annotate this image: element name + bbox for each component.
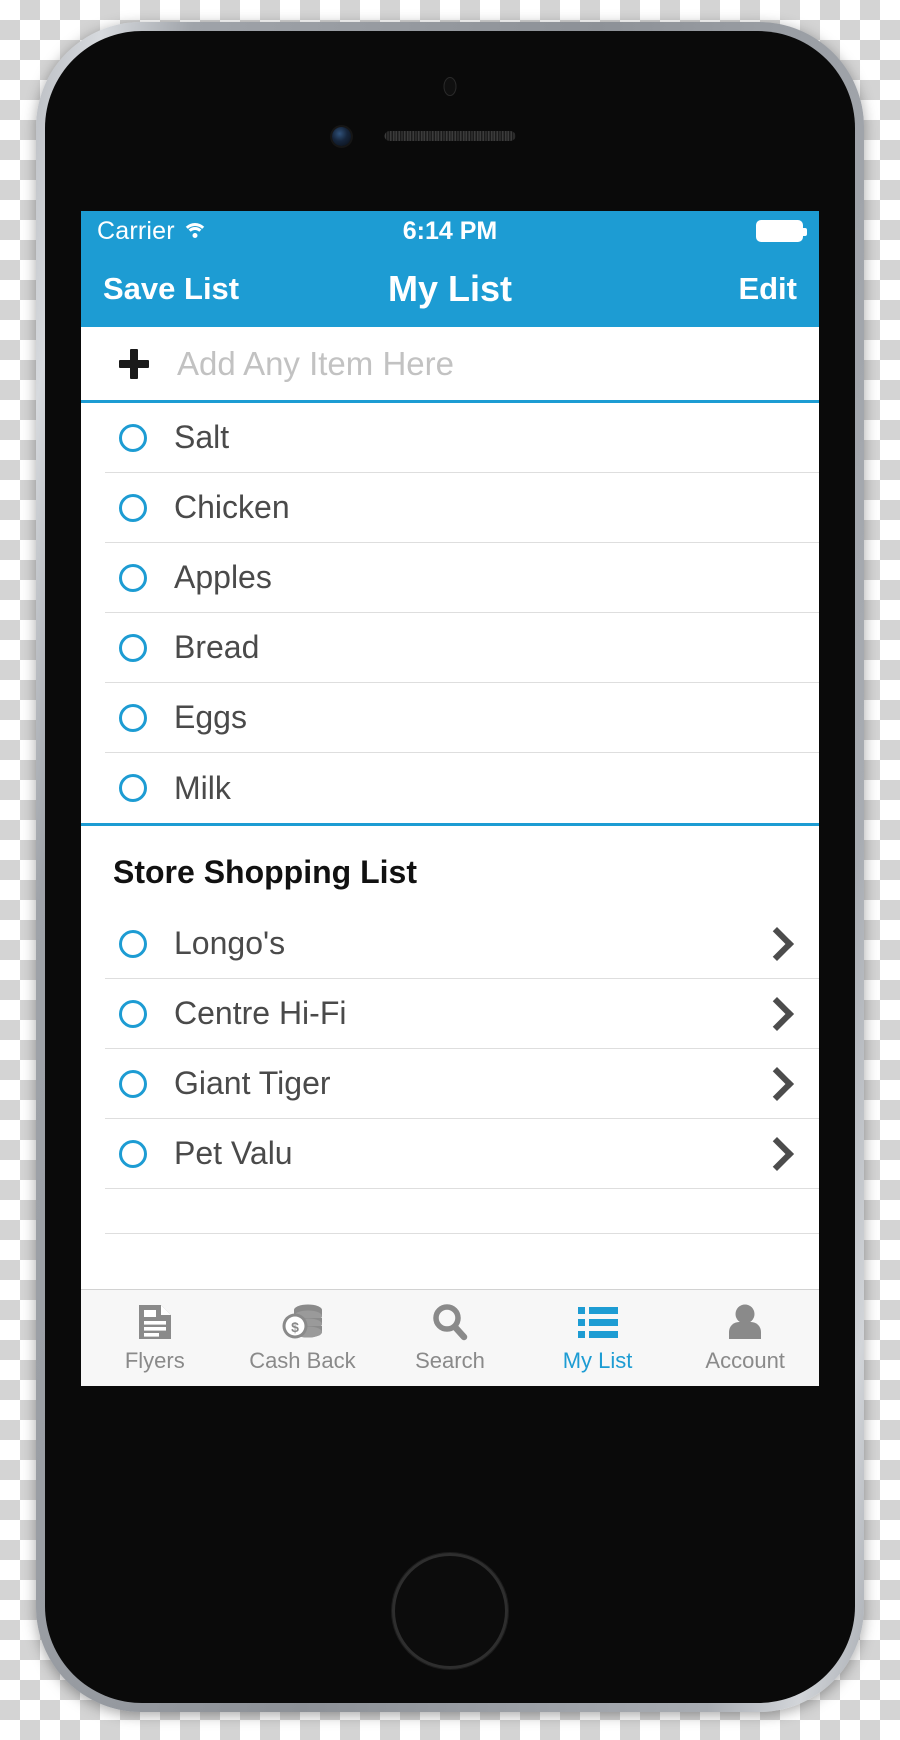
list-item[interactable]: Bread xyxy=(105,613,819,683)
phone-device-frame: Carrier 6:14 PM Save List My List Edit S… xyxy=(36,22,864,1712)
person-icon xyxy=(726,1302,764,1342)
wifi-icon xyxy=(181,222,208,241)
status-bar-right xyxy=(756,220,807,242)
page-title: My List xyxy=(387,268,513,309)
list-item-label: Milk xyxy=(174,769,231,806)
battery-icon xyxy=(756,220,807,242)
tab-label: Flyers xyxy=(124,1348,185,1373)
list-item[interactable]: Salt xyxy=(105,403,819,473)
chevron-right-icon[interactable] xyxy=(760,996,794,1031)
status-bar-left: Carrier xyxy=(97,216,208,246)
tab-label: My List xyxy=(562,1348,633,1373)
list-item[interactable]: Eggs xyxy=(105,683,819,753)
status-bar: Carrier 6:14 PM xyxy=(81,211,819,251)
store-shopping-list: Longo's Centre Hi-Fi Giant Tiger Pet Val… xyxy=(81,909,819,1234)
list-icon xyxy=(577,1302,618,1342)
store-section-title: Store Shopping List xyxy=(113,854,417,890)
checkbox-circle-icon[interactable] xyxy=(119,423,147,452)
list-item[interactable]: Chicken xyxy=(105,473,819,543)
svg-text:$: $ xyxy=(291,1319,299,1335)
add-item-input[interactable] xyxy=(175,343,795,384)
store-row[interactable]: Longo's xyxy=(105,909,819,979)
list-item-label: Salt xyxy=(174,419,230,455)
store-row-label: Giant Tiger xyxy=(174,1065,331,1101)
checkbox-circle-icon[interactable] xyxy=(119,703,147,732)
front-camera-icon xyxy=(332,127,351,146)
edit-button[interactable]: Edit xyxy=(738,271,797,307)
status-bar-clock: 6:14 PM xyxy=(402,216,498,245)
plus-icon[interactable] xyxy=(119,348,149,379)
checkbox-circle-icon[interactable] xyxy=(119,1069,147,1098)
tab-bar: Flyers $ Cash Back Search My List Accoun… xyxy=(81,1289,819,1386)
checkbox-circle-icon[interactable] xyxy=(119,929,147,958)
checkbox-circle-icon[interactable] xyxy=(119,563,147,592)
earpiece-speaker-icon xyxy=(384,131,516,141)
tab-account[interactable]: Account xyxy=(671,1290,819,1386)
checkbox-circle-icon[interactable] xyxy=(119,999,147,1028)
tab-label: Cash Back xyxy=(249,1348,356,1373)
list-item-label: Chicken xyxy=(174,489,290,525)
coins-icon: $ xyxy=(280,1302,324,1342)
chevron-right-icon[interactable] xyxy=(760,1066,794,1101)
tab-cash-back[interactable]: $ Cash Back xyxy=(229,1290,377,1386)
tab-search[interactable]: Search xyxy=(376,1290,524,1386)
store-row[interactable]: Giant Tiger xyxy=(105,1049,819,1119)
store-row-label: Centre Hi-Fi xyxy=(174,995,347,1031)
proximity-sensor-icon xyxy=(443,77,457,96)
document-icon xyxy=(137,1302,173,1342)
tab-label: Account xyxy=(705,1348,785,1373)
save-list-button[interactable]: Save List xyxy=(103,271,239,307)
carrier-label: Carrier xyxy=(97,216,175,245)
list-item[interactable]: Apples xyxy=(105,543,819,613)
list-item[interactable]: Milk xyxy=(105,753,819,823)
my-items-list: Salt Chicken Apples Bread Eggs Milk xyxy=(81,403,819,823)
store-row[interactable]: Pet Valu xyxy=(105,1119,819,1189)
list-bottom-separator xyxy=(105,1189,819,1234)
list-item-label: Eggs xyxy=(174,699,247,735)
list-item-label: Apples xyxy=(174,559,272,595)
tab-flyers[interactable]: Flyers xyxy=(81,1290,229,1386)
store-row-label: Longo's xyxy=(174,925,286,961)
checkbox-circle-icon[interactable] xyxy=(119,774,147,802)
tab-label: Search xyxy=(415,1348,485,1373)
tab-my-list[interactable]: My List xyxy=(524,1290,672,1386)
add-item-row[interactable] xyxy=(81,327,819,403)
store-row-label: Pet Valu xyxy=(174,1135,293,1171)
home-button[interactable] xyxy=(392,1553,508,1669)
checkbox-circle-icon[interactable] xyxy=(119,493,147,522)
navigation-bar: Save List My List Edit xyxy=(81,251,819,327)
checkbox-circle-icon[interactable] xyxy=(119,633,147,662)
search-icon xyxy=(431,1302,469,1342)
chevron-right-icon[interactable] xyxy=(760,926,794,961)
app-screen: Carrier 6:14 PM Save List My List Edit S… xyxy=(81,211,819,1386)
checkbox-circle-icon[interactable] xyxy=(119,1139,147,1168)
list-item-label: Bread xyxy=(174,629,260,665)
store-row[interactable]: Centre Hi-Fi xyxy=(105,979,819,1049)
chevron-right-icon[interactable] xyxy=(760,1136,794,1171)
